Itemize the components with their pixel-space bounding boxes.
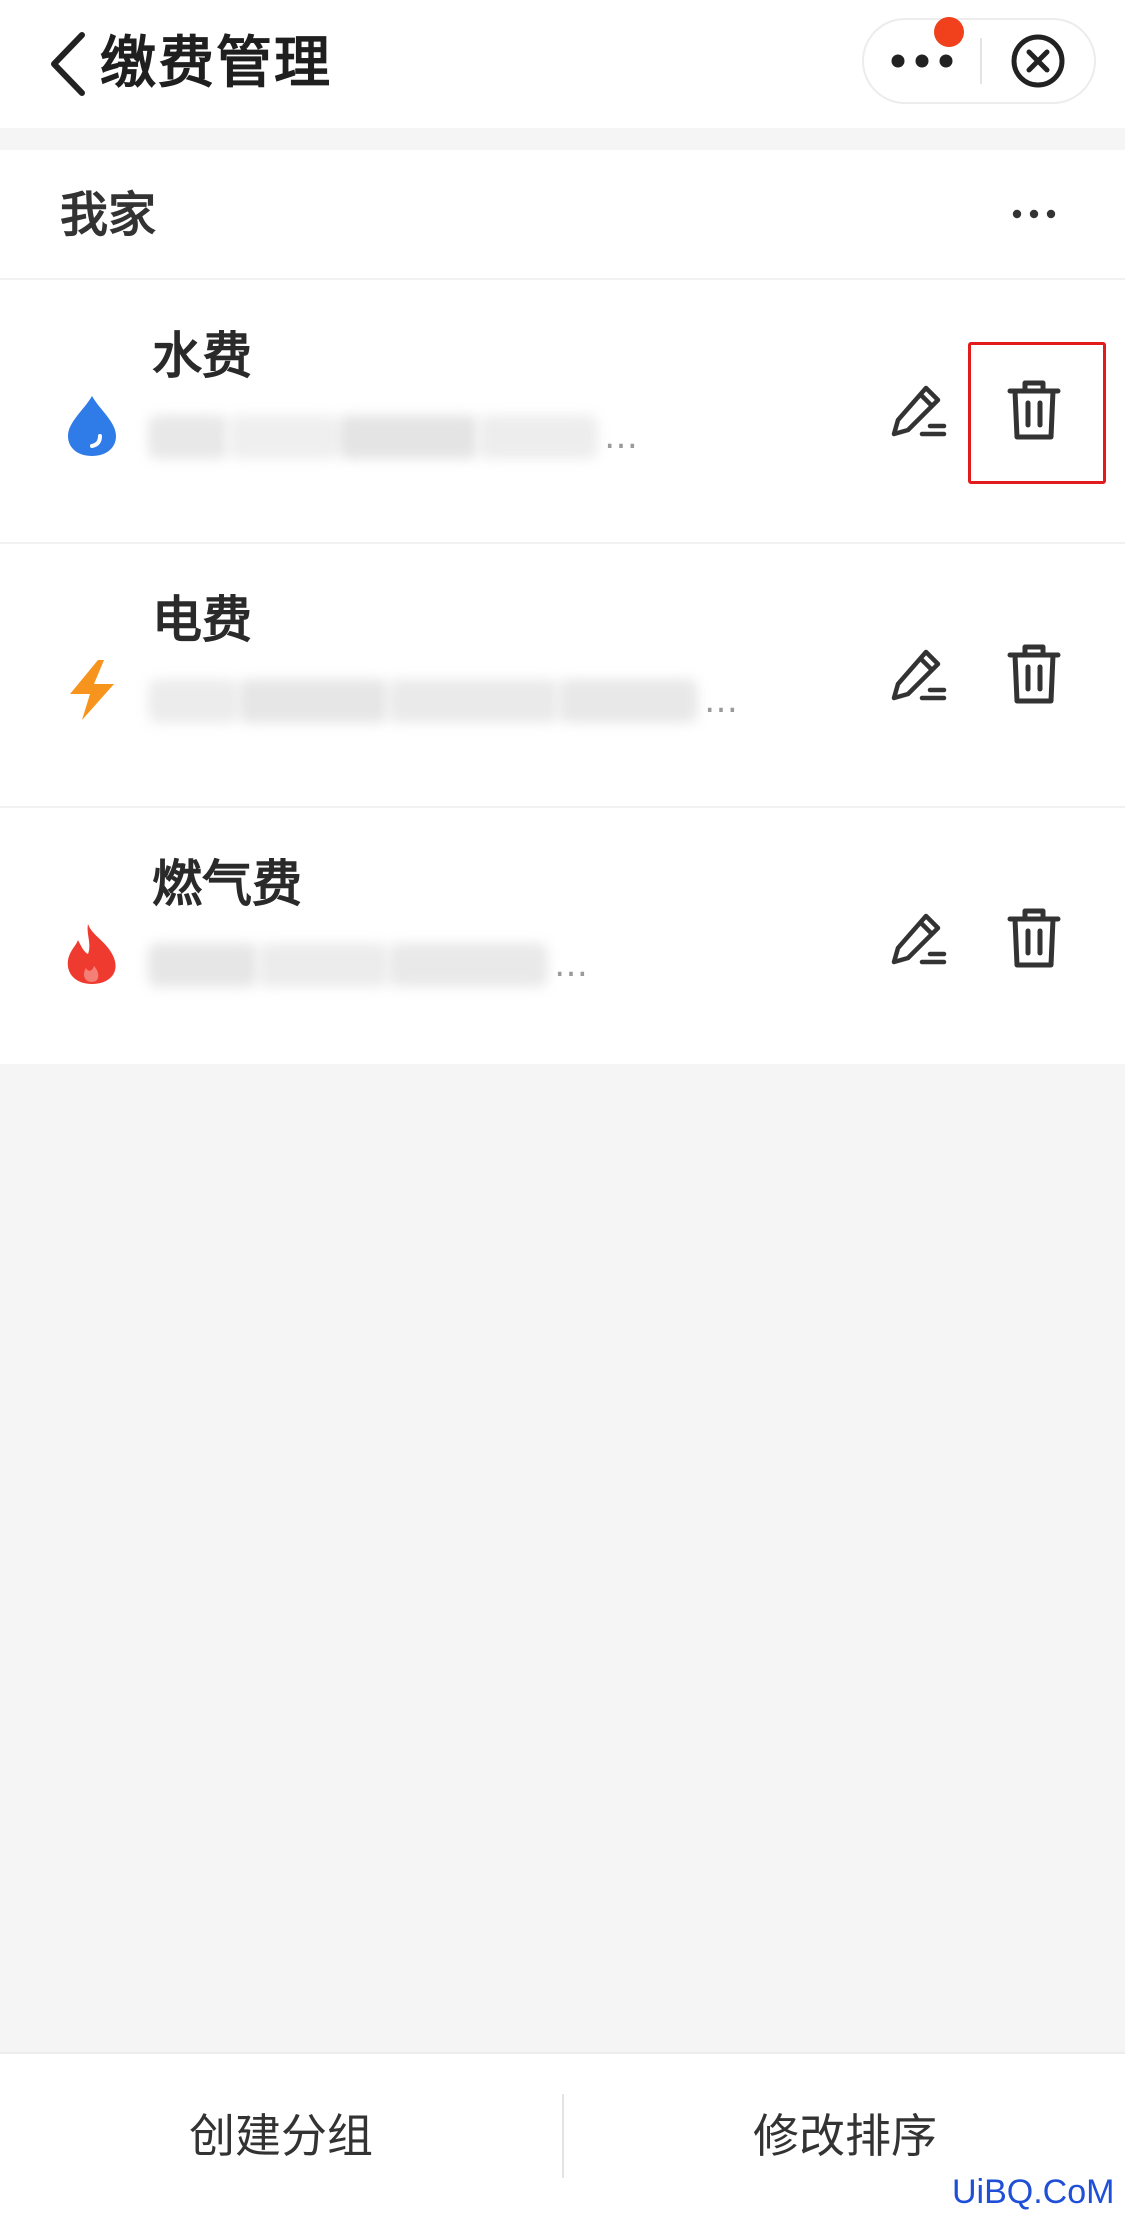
watermark-text: UiBQ.CoM xyxy=(952,2173,1115,2211)
create-group-button[interactable]: 创建分组 xyxy=(0,2094,562,2178)
bill-name: 燃气费 xyxy=(152,855,302,913)
bill-name: 水费 xyxy=(152,327,252,385)
group-more-button[interactable] xyxy=(1000,184,1068,244)
bill-group-panel: 我家 水费 … 电费 … 燃气费 … xyxy=(0,150,1125,1064)
edit-button[interactable] xyxy=(882,376,952,446)
reorder-button[interactable]: 修改排序 xyxy=(564,2094,1125,2178)
bill-row-gas[interactable]: 燃气费 … xyxy=(0,808,1125,1070)
chevron-left-icon xyxy=(51,32,85,96)
bill-description-redacted: … xyxy=(148,936,588,990)
bill-description-redacted: … xyxy=(148,672,738,726)
water-drop-icon xyxy=(68,396,116,456)
highlight-annotation-box xyxy=(968,342,1106,484)
delete-button[interactable] xyxy=(998,902,1070,974)
mini-program-capsule xyxy=(862,18,1096,104)
notification-dot xyxy=(934,17,964,47)
bill-row-water[interactable]: 水费 … xyxy=(0,280,1125,542)
delete-button[interactable] xyxy=(998,638,1070,710)
bill-row-electricity[interactable]: 电费 … xyxy=(0,544,1125,806)
trash-icon xyxy=(1007,644,1061,704)
more-dots-icon xyxy=(1012,209,1056,219)
group-name: 我家 xyxy=(60,187,157,243)
bill-name: 电费 xyxy=(152,591,252,649)
close-circle-icon xyxy=(1011,34,1065,88)
flame-icon xyxy=(67,924,116,984)
edit-button[interactable] xyxy=(882,904,952,974)
ellipsis: … xyxy=(604,416,638,457)
ellipsis: … xyxy=(704,680,738,721)
edit-pencil-icon xyxy=(891,385,947,437)
edit-pencil-icon xyxy=(891,649,947,701)
ellipsis: … xyxy=(554,944,588,985)
bill-description-redacted: … xyxy=(148,408,638,462)
lightning-icon xyxy=(70,660,114,720)
capsule-close-button[interactable] xyxy=(982,20,1094,102)
trash-icon xyxy=(1007,908,1061,968)
edit-button[interactable] xyxy=(882,640,952,710)
page-title: 缴费管理 xyxy=(100,31,332,96)
edit-pencil-icon xyxy=(891,913,947,965)
navigation-bar: 缴费管理 xyxy=(0,0,1125,128)
group-header: 我家 xyxy=(0,150,1125,278)
back-button[interactable] xyxy=(38,26,98,102)
more-dots-icon xyxy=(891,54,953,68)
